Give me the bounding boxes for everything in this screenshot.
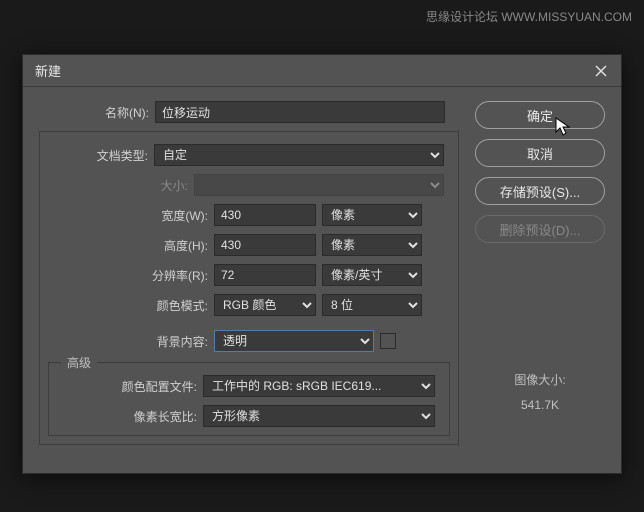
cancel-button[interactable]: 取消 (475, 139, 605, 167)
bg-select[interactable]: 透明 (214, 330, 374, 352)
name-label: 名称(N): (39, 104, 149, 121)
size-label: 大小: (48, 177, 188, 194)
save-preset-button[interactable]: 存储预设(S)... (475, 177, 605, 205)
res-label: 分辨率(R): (48, 267, 208, 284)
bg-color-swatch[interactable] (380, 333, 396, 349)
name-input[interactable] (155, 101, 445, 123)
height-input[interactable] (214, 234, 316, 256)
width-input[interactable] (214, 204, 316, 226)
width-label: 宽度(W): (48, 207, 208, 224)
aspect-select[interactable]: 方形像素 (203, 405, 435, 427)
height-unit-select[interactable]: 像素 (322, 234, 422, 256)
dialog-title: 新建 (35, 61, 61, 80)
image-size-info: 图像大小: 541.7K (475, 371, 605, 412)
res-unit-select[interactable]: 像素/英寸 (322, 264, 422, 286)
close-icon (595, 65, 607, 77)
doctype-label: 文档类型: (48, 147, 148, 164)
height-label: 高度(H): (48, 237, 208, 254)
mode-select[interactable]: RGB 颜色 (214, 294, 316, 316)
aspect-label: 像素长宽比: (57, 408, 197, 425)
new-document-dialog: 新建 名称(N): 文档类型: 自定 大小: 宽度(W): (22, 54, 622, 474)
size-select (194, 174, 444, 196)
watermark-text: 思缘设计论坛 WWW.MISSYUAN.COM (426, 8, 632, 25)
bg-label: 背景内容: (48, 333, 208, 350)
profile-label: 颜色配置文件: (57, 378, 197, 395)
doctype-select[interactable]: 自定 (154, 144, 444, 166)
width-unit-select[interactable]: 像素 (322, 204, 422, 226)
profile-select[interactable]: 工作中的 RGB: sRGB IEC619... (203, 375, 435, 397)
imgsize-label: 图像大小: (475, 371, 605, 388)
ok-button[interactable]: 确定 (475, 101, 605, 129)
close-button[interactable] (593, 63, 609, 79)
advanced-label: 高级 (61, 354, 97, 371)
depth-select[interactable]: 8 位 (322, 294, 422, 316)
mode-label: 颜色模式: (48, 297, 208, 314)
imgsize-value: 541.7K (475, 398, 605, 412)
delete-preset-button: 删除预设(D)... (475, 215, 605, 243)
dialog-titlebar: 新建 (23, 55, 621, 87)
res-input[interactable] (214, 264, 316, 286)
